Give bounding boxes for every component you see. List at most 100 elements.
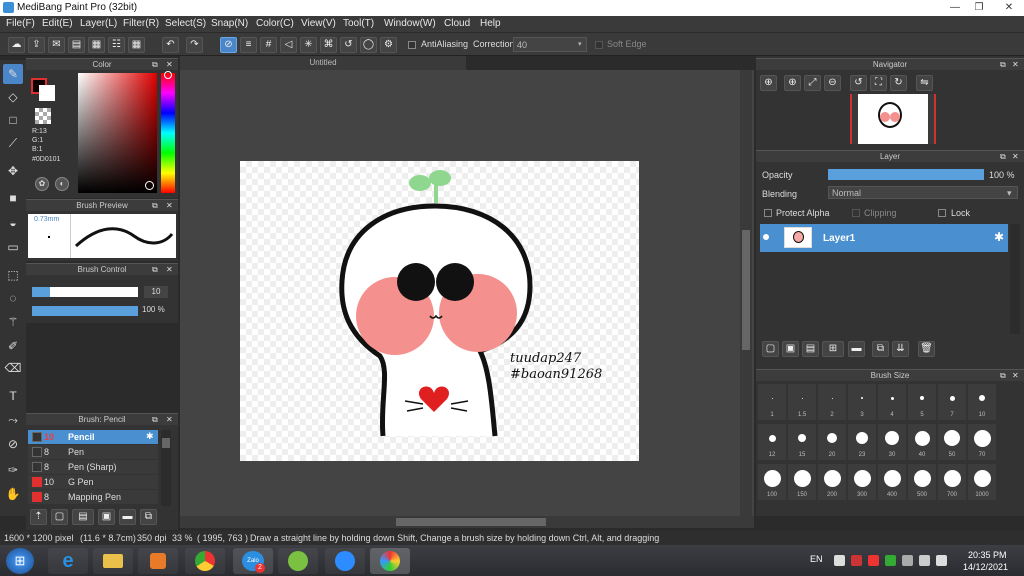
brush-size-slot[interactable]: 30 xyxy=(878,424,906,460)
brush-size-slot[interactable]: 12 xyxy=(758,424,786,460)
network-icon[interactable] xyxy=(902,555,913,566)
internet-explorer-icon[interactable]: e xyxy=(48,548,88,574)
correction-select[interactable]: 40 ▾ xyxy=(513,37,587,52)
clock-time[interactable]: 20:35 PM xyxy=(968,550,1007,560)
grid-icon[interactable]: ▦ xyxy=(128,37,145,53)
brush-size-slot[interactable]: 15 xyxy=(788,424,816,460)
select-eraser-tool-icon[interactable]: ⌫ xyxy=(3,358,23,378)
hue-slider[interactable] xyxy=(161,73,175,193)
brush-size-slot[interactable]: 400 xyxy=(878,464,906,500)
protect-alpha-checkbox[interactable] xyxy=(764,209,772,217)
horizontal-scrollbar[interactable] xyxy=(180,516,754,528)
brush-item-pencil[interactable]: 10 Pencil ✱ xyxy=(28,430,158,444)
close-button[interactable]: ✕ xyxy=(994,0,1024,16)
bucket-tool-icon[interactable]: ◒ xyxy=(3,213,23,233)
menu-window[interactable]: Window(W) xyxy=(384,16,436,32)
close-icon[interactable]: ✕ xyxy=(166,200,173,212)
menu-file[interactable]: File(F) xyxy=(6,16,35,32)
tray-icon[interactable] xyxy=(851,555,862,566)
blending-select[interactable]: Normal ▾ xyxy=(828,186,1018,199)
brush-size-slot[interactable]: 7 xyxy=(938,384,966,420)
tray-icon[interactable] xyxy=(885,555,896,566)
palette-icon[interactable]: ✿ xyxy=(35,177,49,191)
rotate-left-icon[interactable]: ↺ xyxy=(850,75,867,91)
eyedropper-tool-icon[interactable]: ⊘ xyxy=(3,434,23,454)
duplicate-layer-icon[interactable]: ⧉ xyxy=(872,341,889,357)
menu-tool[interactable]: Tool(T) xyxy=(343,16,374,32)
menu-cloud[interactable]: Cloud xyxy=(444,16,470,32)
lock-checkbox[interactable] xyxy=(938,209,946,217)
brush-size-slot[interactable]: 100 xyxy=(758,464,786,500)
menu-snap[interactable]: Snap(N) xyxy=(211,16,248,32)
divide-tool-icon[interactable]: ⤳ xyxy=(3,410,23,430)
trash-icon[interactable]: 🗑 xyxy=(918,341,935,357)
brush-size-slot[interactable]: 150 xyxy=(788,464,816,500)
text-tool-icon[interactable]: T xyxy=(3,386,23,406)
brush-size-slot[interactable]: 23 xyxy=(848,424,876,460)
magic-wand-tool-icon[interactable]: ⚚ xyxy=(3,312,23,332)
menu-layer[interactable]: Layer(L) xyxy=(80,16,117,32)
vertical-scrollbar-thumb[interactable] xyxy=(742,230,750,350)
vertical-scrollbar[interactable] xyxy=(740,70,752,516)
menu-view[interactable]: View(V) xyxy=(301,16,336,32)
brush-copy-icon[interactable]: ▣ xyxy=(98,509,115,525)
clock-date[interactable]: 14/12/2021 xyxy=(963,562,1008,572)
zalo-icon[interactable]: Zalo 2 xyxy=(233,548,273,574)
document-icon[interactable]: ▤ xyxy=(68,37,85,53)
zoom-app-icon[interactable] xyxy=(325,548,365,574)
gear-icon[interactable]: ✱ xyxy=(146,431,154,442)
menu-color[interactable]: Color(C) xyxy=(256,16,294,32)
brush-size-slot[interactable]: 1000 xyxy=(968,464,996,500)
app-green-icon[interactable] xyxy=(278,548,318,574)
menu-help[interactable]: Help xyxy=(480,16,501,32)
close-icon[interactable]: ✕ xyxy=(166,59,173,71)
brush-size-slot[interactable]: 5 xyxy=(908,384,936,420)
medibang-taskbar-icon[interactable] xyxy=(370,548,410,574)
brush-size-slot[interactable]: 20 xyxy=(818,424,846,460)
grid-list-icon[interactable]: ☷ xyxy=(108,37,125,53)
eye-icon[interactable] xyxy=(763,234,769,240)
brush-size-value[interactable]: 10 xyxy=(144,286,168,298)
brush-list-scrollbar[interactable] xyxy=(161,430,171,506)
canvas-tab[interactable]: Untitled xyxy=(180,56,466,70)
maximize-button[interactable]: ❐ xyxy=(968,0,990,16)
undock-icon[interactable]: ⧉ xyxy=(1000,370,1006,382)
snap-settings-icon[interactable]: ⚙ xyxy=(380,37,397,53)
canvas[interactable]: tuudap247 #baoan91268 xyxy=(240,161,639,461)
layer-opacity-slider[interactable] xyxy=(828,169,984,180)
new-8bit-layer-icon[interactable]: ▤ xyxy=(802,341,819,357)
clipping-checkbox[interactable] xyxy=(852,209,860,217)
flag-icon[interactable] xyxy=(936,555,947,566)
eraser-tool-icon[interactable]: ◇ xyxy=(3,87,23,107)
add-brush-icon[interactable]: ⇡ xyxy=(30,509,47,525)
chrome-icon[interactable] xyxy=(185,548,225,574)
select-tool-icon[interactable]: ⬚ xyxy=(3,265,23,285)
zoom-out-icon[interactable]: ⊖ xyxy=(824,75,841,91)
upload-icon[interactable]: ⇪ xyxy=(28,37,45,53)
rotate-right-icon[interactable]: ↻ xyxy=(890,75,907,91)
volume-icon[interactable] xyxy=(919,555,930,566)
brush-size-slot[interactable]: 2 xyxy=(818,384,846,420)
duplicate-icon[interactable]: ⧉ xyxy=(140,509,157,525)
undock-icon[interactable]: ⧉ xyxy=(152,200,158,212)
zoom-in-2-icon[interactable]: ⊕ xyxy=(784,75,801,91)
media-player-icon[interactable] xyxy=(138,548,178,574)
brush-tool-icon[interactable]: ✎ xyxy=(3,64,23,84)
brush-item-g-pen[interactable]: 10 G Pen xyxy=(28,475,158,489)
lasso-tool-icon[interactable]: ◌ xyxy=(3,288,23,308)
minimize-button[interactable]: — xyxy=(944,0,966,16)
new-halftone-layer-icon[interactable]: ▣ xyxy=(782,341,799,357)
comment-icon[interactable]: ✉ xyxy=(48,37,65,53)
brush-size-slot[interactable]: 200 xyxy=(818,464,846,500)
brush-size-slot[interactable]: 300 xyxy=(848,464,876,500)
new-layer-icon[interactable]: ▢ xyxy=(762,341,779,357)
add-layer-menu-icon[interactable]: ⊞ xyxy=(822,341,844,357)
transparent-color-swatch[interactable] xyxy=(35,108,51,124)
brush-size-slot[interactable]: 500 xyxy=(908,464,936,500)
background-color-swatch[interactable] xyxy=(39,85,55,101)
undock-icon[interactable]: ⧉ xyxy=(1000,59,1006,71)
dot-tool-icon[interactable]: □ xyxy=(3,110,23,130)
move-tool-icon[interactable]: ✥ xyxy=(3,161,23,181)
file-explorer-icon[interactable] xyxy=(93,548,133,574)
brush-size-slot[interactable]: 4 xyxy=(878,384,906,420)
